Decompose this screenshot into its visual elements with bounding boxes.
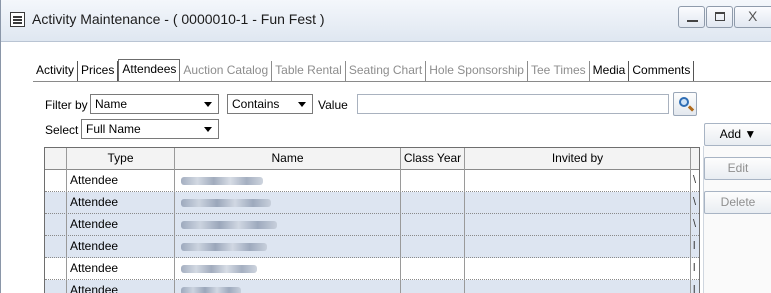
tab-tee-times[interactable]: Tee Times [527,61,590,81]
chevron-down-icon [204,102,212,107]
maximize-button[interactable] [706,6,733,28]
obscured-name [181,265,257,273]
tab-comments[interactable]: Comments [629,61,695,81]
clipped-cell-text: \ [693,218,697,230]
title-bar[interactable]: Activity Maintenance - ( 0000010-1 - Fun… [1,0,771,42]
cell-class-year [401,236,465,258]
close-icon: X [748,8,758,24]
row-selector[interactable] [45,192,67,214]
tab-attendees[interactable]: Attendees [118,59,181,81]
row-selector[interactable] [45,258,67,280]
row-selector[interactable] [45,214,67,236]
table-row[interactable]: Attendee l [45,258,699,280]
table-row[interactable]: Attendee \ [45,214,699,236]
cell-type: Attendee [67,280,175,293]
cell-class-year [401,280,465,293]
column-header-class-year[interactable]: Class Year [401,148,465,170]
search-icon [679,97,689,107]
column-header-selector [45,148,67,170]
row-selector[interactable] [45,236,67,258]
minimize-button[interactable] [678,6,705,28]
operator-value: Contains [232,97,280,111]
cell-class-year [401,192,465,214]
search-button[interactable] [673,92,697,116]
minimize-icon [687,20,698,22]
tab-seating-chart[interactable]: Seating Chart [345,61,427,81]
cell-type: Attendee [67,236,175,258]
tab-media[interactable]: Media [589,61,630,81]
filter-by-label: Filter by [45,98,88,112]
cell-name [175,280,401,293]
row-selector[interactable] [45,280,67,293]
tab-strip: Activity Prices Attendees Auction Catalo… [33,59,695,81]
cell-invited-by [465,280,691,293]
tab-prices[interactable]: Prices [78,61,119,81]
cell-name [175,170,401,192]
tab-activity[interactable]: Activity [33,61,79,81]
cell-invited-by [465,236,691,258]
close-button[interactable]: X [734,6,771,28]
filter-by-dropdown[interactable]: Name [90,94,219,114]
cell-name [175,192,401,214]
select-dropdown[interactable]: Full Name [81,119,219,139]
add-button[interactable]: Add ▼ [704,123,771,146]
grid-header: Type Name Class Year Invited by [45,148,699,170]
row-selector[interactable] [45,170,67,192]
table-row[interactable]: Attendee l [45,236,699,258]
column-header-invited-by[interactable]: Invited by [465,148,691,170]
clipped-cell-text: \ [693,196,697,208]
table-row[interactable]: Attendee \ [45,170,699,192]
value-input[interactable] [357,94,669,114]
clipped-cell-text: l [693,240,696,252]
table-row[interactable]: Attendee l [45,280,699,293]
window-title: Activity Maintenance - ( 0000010-1 - Fun… [32,11,325,27]
edit-button[interactable]: Edit [704,157,771,180]
cell-invited-by [465,214,691,236]
select-label: Select [45,123,79,137]
cell-name [175,236,401,258]
column-header-type[interactable]: Type [67,148,175,170]
cell-invited-by [465,192,691,214]
list-window-icon [10,12,25,27]
obscured-name [181,287,241,293]
search-icon-handle [687,105,695,112]
obscured-name [181,177,263,185]
tab-divider [33,81,771,82]
cell-name [175,214,401,236]
obscured-name [181,221,277,229]
tab-hole-sponsorship[interactable]: Hole Sponsorship [426,61,528,81]
delete-button[interactable]: Delete [704,191,771,214]
column-header-name[interactable]: Name [175,148,401,170]
cell-class-year [401,214,465,236]
filter-by-value: Name [95,97,128,111]
cell-type: Attendee [67,192,175,214]
cell-invited-by [465,170,691,192]
clipped-cell-text: l [693,262,696,274]
select-value: Full Name [86,122,141,136]
table-row[interactable]: Attendee \ [45,192,699,214]
cell-type: Attendee [67,170,175,192]
obscured-name [181,199,271,207]
tab-auction-catalog[interactable]: Auction Catalog [180,61,273,81]
cell-class-year [401,170,465,192]
maximize-icon [715,12,725,21]
operator-dropdown[interactable]: Contains [227,94,313,114]
cell-type: Attendee [67,258,175,280]
activity-maintenance-window: Activity Maintenance - ( 0000010-1 - Fun… [0,0,771,293]
cell-invited-by [465,258,691,280]
tab-table-rental[interactable]: Table Rental [272,61,346,81]
chevron-down-icon [204,127,212,132]
clipped-cell-text: l [693,284,696,293]
cell-type: Attendee [67,214,175,236]
value-label: Value [318,98,348,112]
obscured-name [181,243,267,251]
cell-class-year [401,258,465,280]
attendees-grid[interactable]: Type Name Class Year Invited by Attendee… [44,147,700,293]
cell-name [175,258,401,280]
clipped-cell-text: \ [693,174,697,186]
chevron-down-icon [298,102,306,107]
